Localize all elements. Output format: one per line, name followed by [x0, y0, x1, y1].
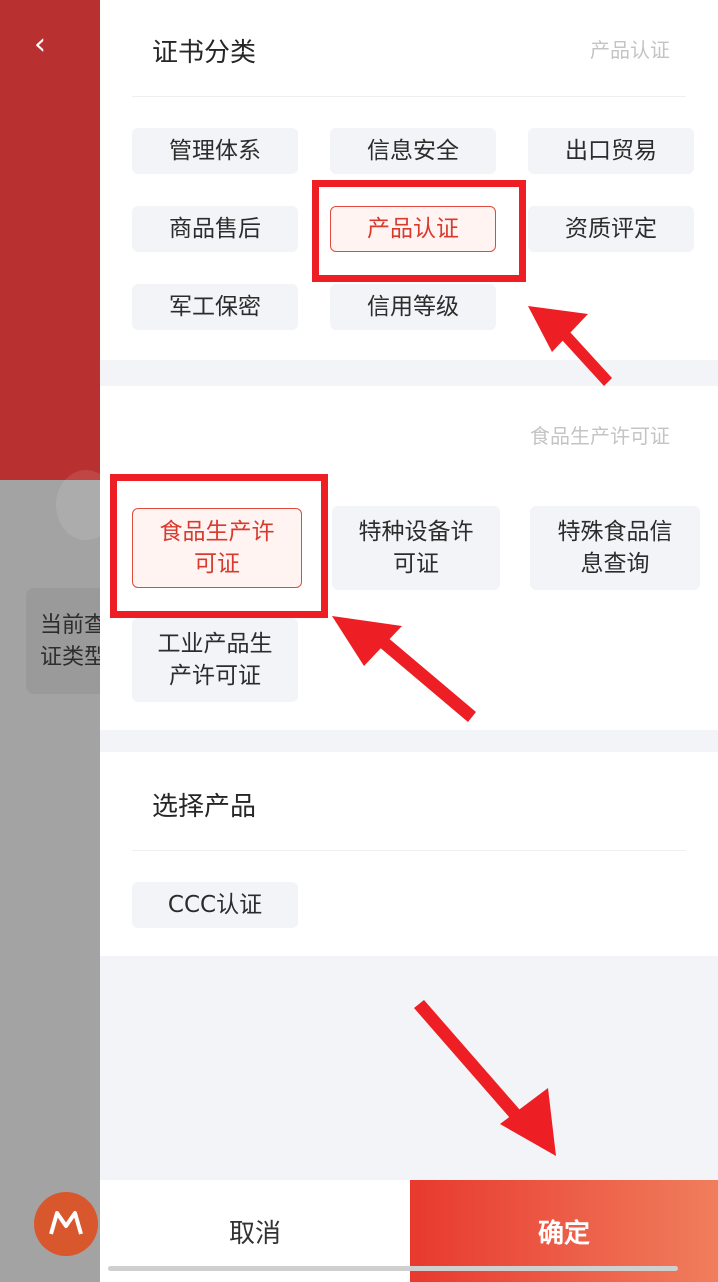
product-section: 选择产品 CCC认证 [100, 752, 718, 956]
category-option[interactable]: 军工保密 [132, 284, 298, 330]
subtype-option-label: 食品生产许 [159, 519, 275, 545]
subtype-option[interactable]: 特种设备许 可证 [332, 506, 500, 590]
app-logo-icon [34, 1192, 98, 1256]
subtype-option-label: 特殊食品信 [557, 519, 673, 545]
subtype-option-label: 工业产品生 [157, 631, 273, 657]
subtype-section: 食品生产许可证 食品生产许 可证 特种设备许 可证 特殊食品信 息查询 工业产品… [100, 386, 718, 730]
category-option[interactable]: 管理体系 [132, 128, 298, 174]
subtype-option-label: 息查询 [580, 551, 650, 577]
category-selected-hint: 产品认证 [590, 38, 670, 62]
category-option[interactable]: 出口贸易 [528, 128, 694, 174]
chevron-left-icon[interactable]: ‹ [34, 30, 46, 60]
category-option[interactable]: 信息安全 [330, 128, 496, 174]
category-section: 证书分类 产品认证 管理体系 信息安全 出口贸易 商品售后 产品认证 资质评定 … [100, 0, 718, 360]
product-option[interactable]: CCC认证 [132, 882, 298, 928]
category-option-selected[interactable]: 产品认证 [330, 206, 496, 252]
subtype-option-label: 可证 [393, 551, 439, 577]
subtype-option-label: 可证 [194, 551, 240, 577]
background-header: ‹ [0, 0, 100, 480]
filter-drawer: 证书分类 产品认证 管理体系 信息安全 出口贸易 商品售后 产品认证 资质评定 … [100, 0, 718, 1282]
subtype-selected-hint: 食品生产许可证 [530, 424, 670, 448]
category-option[interactable]: 资质评定 [528, 206, 694, 252]
subtype-option-label: 产许可证 [169, 663, 261, 689]
subtype-option[interactable]: 工业产品生 产许可证 [132, 618, 298, 702]
category-section-title: 证书分类 [152, 38, 257, 68]
subtype-option-label: 特种设备许 [358, 519, 474, 545]
subtype-option-selected[interactable]: 食品生产许 可证 [132, 508, 302, 588]
divider [132, 850, 686, 851]
subtype-option[interactable]: 特殊食品信 息查询 [530, 506, 700, 590]
divider [132, 96, 686, 97]
screen: ‹ 当前查 证类型 证书分类 产品认证 管理体系 信息安全 出口贸易 商品售后 … [0, 0, 718, 1282]
category-option[interactable]: 信用等级 [330, 284, 496, 330]
home-indicator [108, 1266, 678, 1271]
product-section-title: 选择产品 [152, 792, 257, 822]
category-option[interactable]: 商品售后 [132, 206, 298, 252]
